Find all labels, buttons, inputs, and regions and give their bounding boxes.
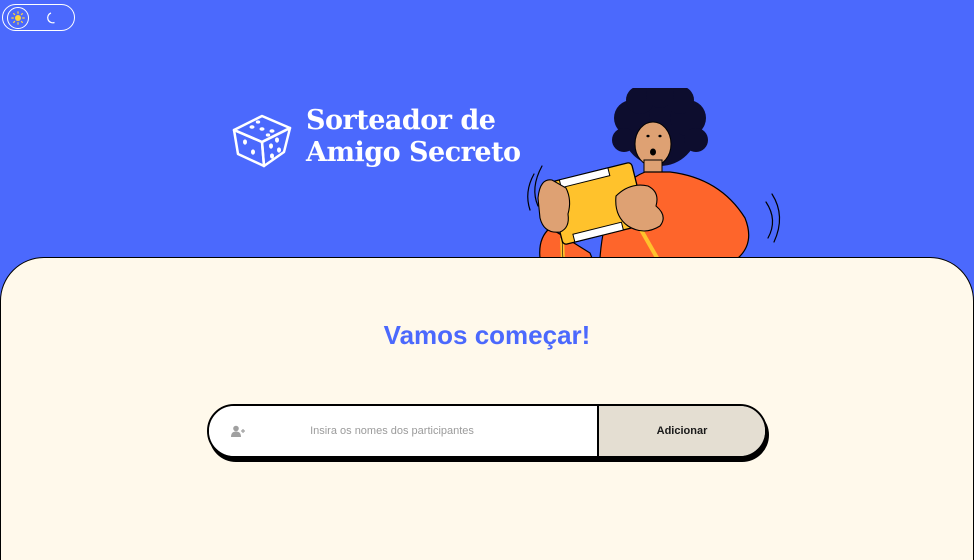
dice-icon bbox=[232, 114, 292, 168]
add-participant-button[interactable]: Adicionar bbox=[599, 406, 765, 456]
dark-theme-button[interactable] bbox=[41, 7, 63, 29]
participant-input-wrapper bbox=[209, 406, 599, 456]
theme-toggle[interactable] bbox=[2, 4, 75, 31]
participant-name-input[interactable] bbox=[245, 424, 597, 438]
logo-line-2: Amigo Secreto bbox=[306, 137, 521, 168]
light-theme-button[interactable] bbox=[7, 6, 29, 29]
moon-icon bbox=[47, 11, 55, 23]
person-opening-gift-illustration bbox=[527, 88, 781, 283]
app-logo: Sorteador de Amigo Secreto bbox=[228, 105, 521, 169]
add-user-icon bbox=[231, 425, 245, 437]
logo-text: Sorteador de Amigo Secreto bbox=[306, 105, 521, 169]
logo-line-1: Sorteador de bbox=[306, 105, 496, 136]
page-title: Vamos começar! bbox=[383, 320, 591, 350]
sun-icon bbox=[11, 10, 25, 25]
add-participant-form: Adicionar bbox=[207, 404, 767, 458]
